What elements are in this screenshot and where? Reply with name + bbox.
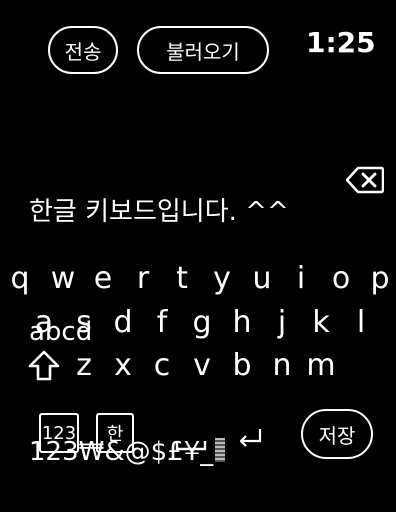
return-icon [239,429,262,447]
numbers-mode-key[interactable]: 123 [39,413,79,453]
load-button[interactable]: 불러오기 [137,26,269,74]
key-z[interactable]: z [66,345,102,385]
keyboard-row-1: q w e r t y u i o p [0,258,396,298]
key-f[interactable]: f [144,302,180,342]
key-x[interactable]: x [105,345,141,385]
key-u[interactable]: u [244,258,280,298]
text-cursor [215,438,226,462]
key-l[interactable]: l [343,302,379,342]
space-icon [175,441,207,451]
key-w[interactable]: w [45,258,81,298]
key-r[interactable]: r [125,258,161,298]
key-b[interactable]: b [224,345,260,385]
backspace-key[interactable] [345,166,385,194]
korean-mode-key[interactable]: 한 [96,413,134,453]
key-v[interactable]: v [184,345,220,385]
key-t[interactable]: t [164,258,200,298]
key-g[interactable]: g [184,302,220,342]
key-s[interactable]: s [66,302,102,342]
key-m[interactable]: m [303,345,339,385]
backspace-icon [345,166,385,194]
key-i[interactable]: i [283,258,319,298]
text-line-1: 한글 키보드입니다. ^^ [29,197,289,227]
key-p[interactable]: p [362,258,396,298]
key-o[interactable]: o [323,258,359,298]
keyboard-row-2: a s d f g h j k l [0,302,396,342]
return-key[interactable] [236,426,266,448]
save-button[interactable]: 저장 [301,409,373,459]
key-e[interactable]: e [85,258,121,298]
save-button-label: 저장 [318,423,356,448]
load-button-label: 불러오기 [166,39,240,64]
key-n[interactable]: n [264,345,300,385]
space-key[interactable] [175,436,207,451]
key-a[interactable]: a [26,302,62,342]
key-d[interactable]: d [105,302,141,342]
key-h[interactable]: h [224,302,260,342]
numbers-mode-label: 123 [41,422,77,444]
key-k[interactable]: k [303,302,339,342]
send-button-label: 전송 [64,39,102,64]
key-c[interactable]: c [144,345,180,385]
korean-mode-label: 한 [106,424,124,445]
key-y[interactable]: y [204,258,240,298]
send-button[interactable]: 전송 [48,26,118,74]
key-q[interactable]: q [2,258,38,298]
keyboard-row-3: z x c v b n m [0,345,396,385]
key-j[interactable]: j [264,302,300,342]
clock-time: 1:25 [306,26,376,59]
